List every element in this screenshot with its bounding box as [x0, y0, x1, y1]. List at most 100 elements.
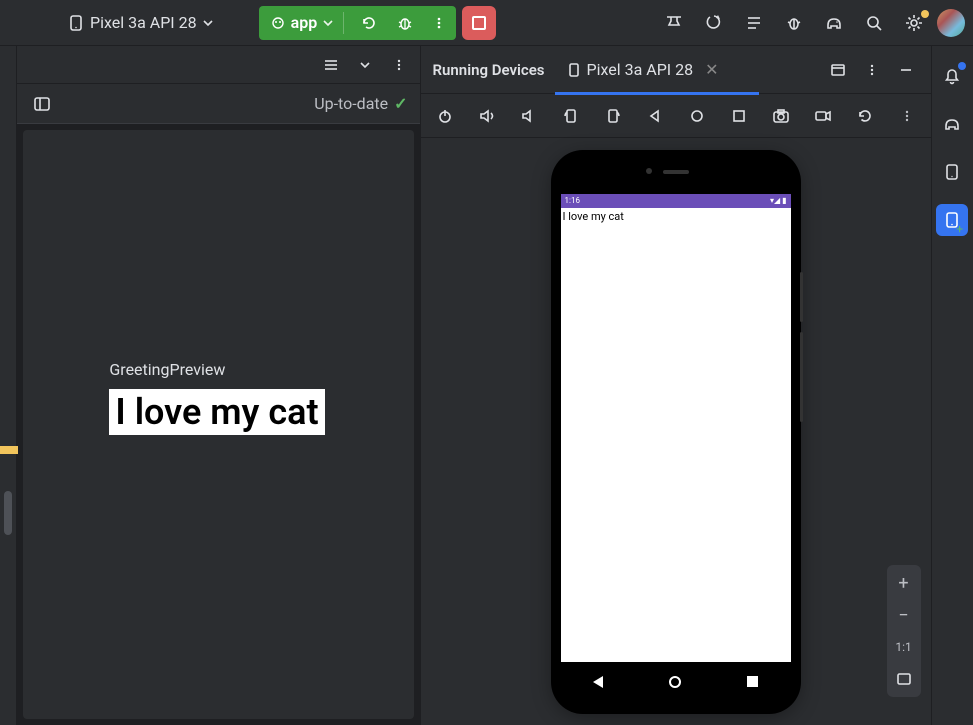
panel-title: Running Devices: [433, 61, 545, 79]
status-time: 1:16: [565, 196, 580, 205]
device-selector[interactable]: Pixel 3a API 28: [58, 9, 223, 36]
more-vertical-icon: [392, 58, 406, 72]
gradle-tool-button[interactable]: [936, 108, 968, 140]
record-button[interactable]: [809, 102, 837, 130]
rotate-right-icon: [604, 107, 622, 125]
avatar[interactable]: [937, 9, 965, 37]
app-screen-text: I love my cat: [561, 208, 791, 225]
back-triangle-icon: [647, 108, 663, 124]
search-icon: [864, 13, 884, 33]
nav-home-icon[interactable]: [669, 676, 681, 688]
device-icon: [68, 15, 84, 31]
chevron-down-icon: [203, 18, 213, 28]
nav-back-icon[interactable]: [593, 676, 603, 688]
app-inspection-button[interactable]: [697, 6, 731, 40]
camera-icon: [772, 107, 790, 125]
preview-canvas[interactable]: GreetingPreview I love my cat: [23, 130, 413, 719]
home-button[interactable]: [683, 102, 711, 130]
preview-status-label: Up-to-date: [314, 94, 388, 113]
refresh-icon: [360, 14, 378, 32]
preview-component-name: GreetingPreview: [109, 360, 324, 379]
close-tab-button[interactable]: ✕: [705, 60, 718, 79]
refresh-arrow-icon: [704, 13, 724, 33]
phone-speaker-icon: [663, 170, 689, 174]
emulator-more-button[interactable]: [893, 102, 921, 130]
power-button[interactable]: [431, 102, 459, 130]
layout-split-icon: [33, 95, 51, 113]
layout-toggle-button[interactable]: [29, 91, 55, 117]
plus-badge-icon: +: [956, 224, 966, 234]
layout-inspector-button[interactable]: [737, 6, 771, 40]
chevron-down-icon: [359, 59, 371, 71]
warning-marker-icon: [0, 446, 18, 454]
running-devices-tool-button[interactable]: +: [936, 204, 968, 236]
back-button[interactable]: [641, 102, 669, 130]
emulator-toolbar: [421, 94, 931, 138]
android-icon: [271, 16, 285, 30]
emulator-stage: 1:16 ▾◢ ▮ I love my cat + − 1:1: [421, 138, 931, 725]
rerun-button[interactable]: [354, 6, 384, 40]
settings-button[interactable]: [897, 6, 931, 40]
stop-button[interactable]: [462, 6, 496, 40]
notification-dot-icon: [958, 62, 966, 70]
minimize-panel-button[interactable]: [893, 57, 919, 83]
divider: [343, 12, 344, 34]
running-devices-tabbar: Running Devices Pixel 3a API 28 ✕: [421, 46, 931, 94]
attach-debugger-button[interactable]: [777, 6, 811, 40]
volume-up-button[interactable]: [473, 102, 501, 130]
zoom-in-button[interactable]: +: [891, 571, 917, 595]
device-tab[interactable]: Pixel 3a API 28 ✕: [563, 46, 723, 94]
running-devices-pane: Running Devices Pixel 3a API 28 ✕: [421, 46, 931, 725]
preview-more-button[interactable]: [386, 52, 412, 78]
side-button-icon: [800, 332, 803, 422]
nav-overview-icon[interactable]: [747, 676, 758, 687]
rotate-right-button[interactable]: [599, 102, 627, 130]
list-icon: [323, 57, 339, 73]
history-icon: [856, 107, 874, 125]
main-toolbar: Pixel 3a API 28 app: [0, 0, 973, 46]
zoom-fit-button[interactable]: [891, 667, 917, 691]
view-list-button[interactable]: [318, 52, 344, 78]
scrollbar-thumb[interactable]: [4, 491, 12, 535]
run-configuration[interactable]: app: [259, 6, 457, 40]
rotate-left-icon: [562, 107, 580, 125]
overview-button[interactable]: [725, 102, 753, 130]
more-vertical-icon: [900, 109, 914, 123]
volume-down-button[interactable]: [515, 102, 543, 130]
panel-more-button[interactable]: [859, 57, 885, 83]
run-config-label: app: [291, 13, 318, 32]
run-more-button[interactable]: [426, 6, 452, 40]
rotate-left-button[interactable]: [557, 102, 585, 130]
check-icon: ✓: [394, 94, 407, 113]
compose-preview-pane: Up-to-date ✓ GreetingPreview I love my c…: [17, 46, 420, 725]
view-dropdown-button[interactable]: [352, 52, 378, 78]
notifications-button[interactable]: [936, 60, 968, 92]
screenshot-button[interactable]: [767, 102, 795, 130]
side-button-icon: [800, 272, 803, 322]
device-manager-button[interactable]: [936, 156, 968, 188]
minimize-icon: [899, 63, 913, 77]
fit-screen-icon: [896, 671, 912, 687]
device-selector-label: Pixel 3a API 28: [90, 13, 197, 32]
bug-icon: [784, 13, 804, 33]
phone-camera-icon: [646, 168, 652, 174]
zoom-out-button[interactable]: −: [891, 603, 917, 627]
device-tab-label: Pixel 3a API 28: [587, 60, 694, 79]
elephant-button[interactable]: [817, 6, 851, 40]
debug-button[interactable]: [390, 6, 420, 40]
preview-render-text: I love my cat: [109, 389, 324, 435]
chevron-down-icon: [323, 18, 333, 28]
volume-up-icon: [478, 107, 496, 125]
zoom-actual-button[interactable]: 1:1: [891, 635, 917, 659]
profiler-button[interactable]: [657, 6, 691, 40]
phone-screen[interactable]: 1:16 ▾◢ ▮ I love my cat: [561, 194, 791, 662]
window-mode-button[interactable]: [825, 57, 851, 83]
preview-status-bar: Up-to-date ✓: [17, 84, 419, 124]
search-button[interactable]: [857, 6, 891, 40]
elephant-icon: [942, 114, 962, 134]
more-vertical-icon: [865, 63, 879, 77]
zoom-controls: + − 1:1: [887, 565, 921, 697]
android-nav-bar: [561, 666, 791, 698]
extended-controls-button[interactable]: [851, 102, 879, 130]
list-icon: [744, 13, 764, 33]
